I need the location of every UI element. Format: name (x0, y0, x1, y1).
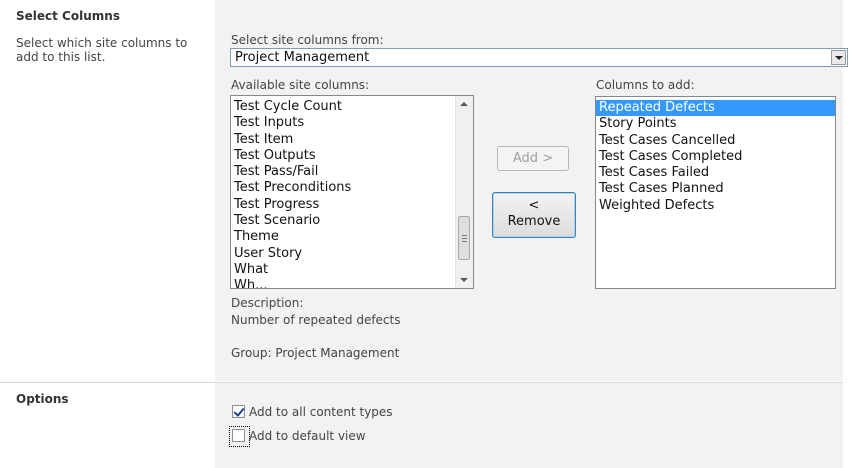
remove-button-arrow: < (528, 198, 540, 213)
description-label: Description: (231, 296, 304, 310)
vertical-scrollbar[interactable] (455, 96, 473, 288)
chevron-down-icon[interactable] (831, 50, 846, 65)
description-value: Number of repeated defects (231, 313, 401, 327)
select-columns-description: Select which site columns to add to this… (16, 36, 188, 64)
scroll-up-icon[interactable] (460, 102, 468, 106)
list-item[interactable]: Test Cases Cancelled (596, 133, 835, 149)
list-item[interactable]: Test Cases Completed (596, 149, 835, 165)
list-item[interactable]: User Story (231, 246, 473, 262)
scroll-down-icon[interactable] (460, 278, 468, 282)
list-item[interactable]: Test Cycle Count (231, 99, 473, 115)
columns-to-add-label: Columns to add: (596, 78, 695, 92)
list-item[interactable]: Test Cases Planned (596, 181, 835, 197)
list-item[interactable]: Repeated Defects (596, 100, 835, 117)
list-item[interactable]: Story Points (596, 116, 835, 132)
available-columns-list[interactable]: Test Cycle Count Test Inputs Test Item T… (230, 95, 474, 289)
add-to-default-view-checkbox[interactable] (232, 429, 245, 442)
remove-button[interactable]: < Remove (492, 192, 576, 238)
list-item[interactable]: Test Pass/Fail (231, 164, 473, 180)
select-from-label: Select site columns from: (231, 33, 384, 47)
list-item[interactable]: Test Inputs (231, 115, 473, 131)
select-columns-title: Select Columns (16, 9, 120, 23)
list-item[interactable]: Test Scenario (231, 213, 473, 229)
group-text: Group: Project Management (231, 346, 400, 360)
add-to-default-view-label[interactable]: Add to default view (249, 429, 366, 443)
list-item[interactable]: Test Preconditions (231, 180, 473, 196)
list-item[interactable]: Test Outputs (231, 148, 473, 164)
select-value: Project Management (235, 50, 370, 65)
add-to-all-content-types-checkbox[interactable] (232, 405, 245, 418)
list-item[interactable]: Weighted Defects (596, 198, 835, 214)
scrollbar-thumb[interactable] (458, 216, 470, 260)
add-to-all-content-types-label[interactable]: Add to all content types (249, 405, 393, 419)
available-columns-label: Available site columns: (231, 78, 370, 92)
list-item[interactable]: Test Progress (231, 197, 473, 213)
grip-line (462, 235, 467, 236)
grip-line (462, 241, 467, 242)
list-item[interactable]: Test Cases Failed (596, 165, 835, 181)
list-item[interactable]: What (231, 262, 473, 278)
list-item[interactable]: Theme (231, 229, 473, 245)
section-divider (0, 382, 843, 383)
remove-button-label: Remove (507, 214, 561, 229)
list-item[interactable]: Test Item (231, 132, 473, 148)
options-title: Options (16, 392, 69, 406)
grip-line (462, 238, 467, 239)
options-panel (215, 383, 843, 468)
list-item[interactable]: Wh... (231, 278, 473, 288)
columns-to-add-list[interactable]: Repeated Defects Story Points Test Cases… (595, 96, 836, 289)
site-columns-group-select[interactable]: Project Management (230, 48, 848, 67)
add-button[interactable]: Add > (497, 146, 569, 171)
